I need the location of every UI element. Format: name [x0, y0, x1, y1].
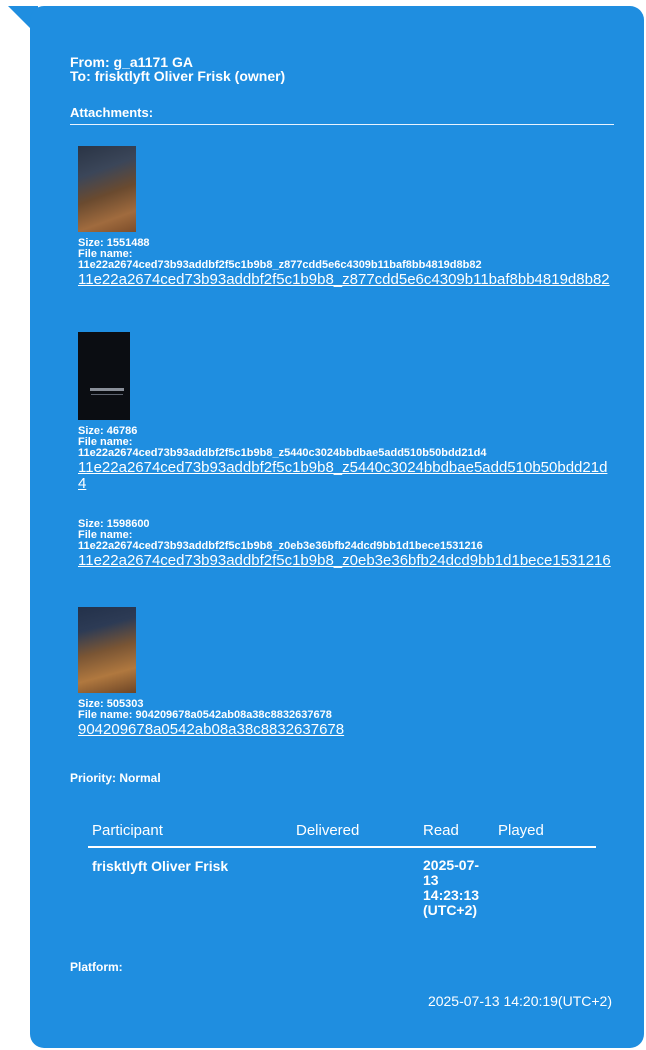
- attachment-size: Size: 46786: [78, 425, 138, 437]
- file-name-label: File name:: [78, 709, 133, 721]
- attachment-item: Size: 1551488 File name: 11e22a2674ced73…: [78, 146, 618, 288]
- attachment-link[interactable]: 904209678a0542ab08a38c8832637678: [78, 722, 613, 738]
- file-name-value: 11e22a2674ced73b93addbf2f5c1b9b8_z5440c3…: [78, 447, 487, 459]
- attachment-item: Size: 505303 File name: 904209678a0542ab…: [78, 607, 618, 738]
- priority-label: Priority: Normal: [70, 771, 161, 785]
- attachment-size: Size: 1598600: [78, 518, 150, 530]
- video-thumbnail[interactable]: [78, 332, 130, 420]
- message-header: From: g_a1171 GA To: frisktlyft Oliver F…: [70, 55, 285, 83]
- attachment-item: Size: 1598600 File name: 11e22a2674ced73…: [78, 519, 618, 569]
- header-participant: Participant: [92, 822, 163, 839]
- header-read: Read: [423, 822, 459, 839]
- to-line: To: frisktlyft Oliver Frisk (owner): [70, 68, 286, 84]
- participant-name: frisktlyft Oliver Frisk: [92, 858, 229, 874]
- message-timestamp: 2025-07-13 14:20:19(UTC+2): [427, 993, 612, 1009]
- participants-table: Participant Delivered Read Played friskt…: [88, 818, 596, 928]
- read-value: 2025-07-13 14:23:13 (UTC+2): [423, 857, 480, 918]
- file-name-value: 904209678a0542ab08a38c8832637678: [135, 709, 332, 721]
- attachment-link[interactable]: 11e22a2674ced73b93addbf2f5c1b9b8_z5440c3…: [78, 460, 613, 492]
- file-name-value: 11e22a2674ced73b93addbf2f5c1b9b8_z0eb3e3…: [78, 540, 483, 552]
- attachment-item: Size: 46786 File name: 11e22a2674ced73b9…: [78, 332, 618, 492]
- attachment-link[interactable]: 11e22a2674ced73b93addbf2f5c1b9b8_z0eb3e3…: [78, 553, 613, 569]
- image-thumbnail[interactable]: [78, 607, 136, 693]
- file-name-value: 11e22a2674ced73b93addbf2f5c1b9b8_z877cdd…: [78, 259, 482, 271]
- image-thumbnail[interactable]: [78, 146, 136, 232]
- attachments-divider: [70, 124, 614, 125]
- table-header: Participant Delivered Read Played: [88, 818, 596, 848]
- from-line: From: g_a1171 GA: [70, 54, 193, 70]
- attachments-heading: Attachments:: [70, 105, 154, 120]
- file-name-line: File name: 904209678a0542ab08a38c8832637…: [78, 710, 618, 721]
- attachment-link[interactable]: 11e22a2674ced73b93addbf2f5c1b9b8_z877cdd…: [78, 272, 613, 288]
- table-row: frisktlyft Oliver Frisk 2025-07-13 14:23…: [88, 848, 596, 928]
- header-played: Played: [498, 822, 544, 839]
- header-delivered: Delivered: [296, 822, 360, 839]
- platform-label: Platform:: [70, 960, 123, 974]
- attachment-size: Size: 1551488: [78, 237, 150, 249]
